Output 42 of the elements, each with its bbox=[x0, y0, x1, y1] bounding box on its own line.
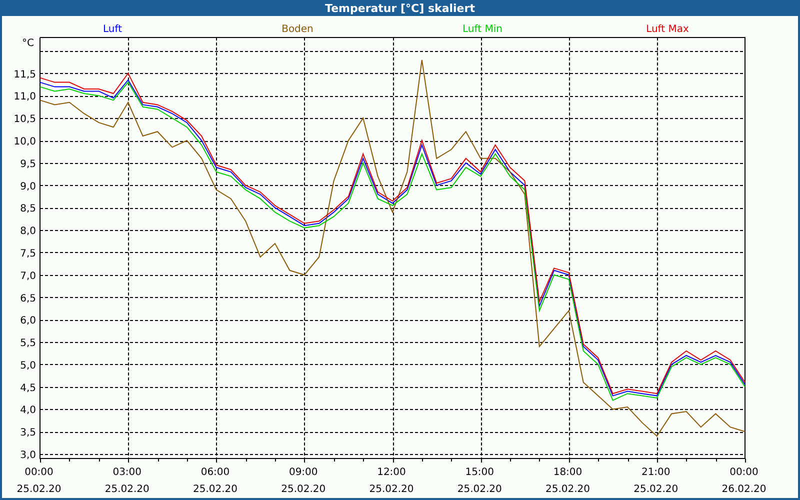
y-tick-label: 6,5 bbox=[20, 293, 36, 304]
y-tick-label: 3,5 bbox=[20, 428, 36, 439]
x-tick-label: 12:00 bbox=[377, 467, 406, 478]
chart-title: Temperatur [°C] skaliert bbox=[325, 2, 475, 14]
y-tick-label: 10,0 bbox=[14, 136, 36, 148]
y-tick-label: 10,5 bbox=[14, 114, 36, 126]
legend-label: Boden bbox=[282, 24, 314, 35]
date-label: 26.02.20 bbox=[722, 484, 766, 495]
y-tick-label: 5,0 bbox=[20, 360, 36, 372]
x-tick-label: 09:00 bbox=[288, 467, 318, 478]
date-label: 25.02.20 bbox=[281, 484, 326, 495]
legend-label: Luft Max bbox=[646, 24, 689, 35]
y-tick-label: 9,0 bbox=[20, 181, 36, 192]
date-label: 25.02.20 bbox=[16, 484, 62, 495]
x-tick-label: 06:00 bbox=[200, 467, 230, 478]
y-tick-label: 3,0 bbox=[20, 450, 36, 462]
date-label: 25.02.20 bbox=[457, 484, 502, 495]
y-tick-label: 8,0 bbox=[20, 226, 36, 238]
y-tick-label: 9,5 bbox=[20, 158, 36, 170]
y-tick-label: 6,0 bbox=[20, 316, 36, 327]
axis-unit-label: °C bbox=[22, 38, 34, 49]
x-tick-label: 21:00 bbox=[641, 467, 670, 478]
y-tick-label: 4,5 bbox=[20, 382, 36, 394]
legend-label: Luft bbox=[103, 24, 122, 35]
date-label: 25.02.20 bbox=[369, 484, 414, 495]
y-tick-label: 5,5 bbox=[20, 338, 36, 350]
legend-label: Luft Min bbox=[462, 24, 502, 35]
x-tick-label: 00:00 bbox=[730, 467, 758, 478]
x-tick-label: 00:00 bbox=[24, 467, 54, 478]
y-tick-label: 11,0 bbox=[14, 92, 36, 103]
date-label: 25.02.20 bbox=[104, 484, 150, 495]
y-tick-label: 8,5 bbox=[20, 204, 36, 215]
y-tick-label: 11,5 bbox=[14, 69, 36, 80]
x-tick-label: 15:00 bbox=[465, 467, 494, 478]
x-tick-label: 18:00 bbox=[553, 467, 582, 478]
y-tick-label: 7,0 bbox=[20, 270, 36, 282]
y-tick-label: 4,0 bbox=[20, 405, 36, 416]
y-tick-label: 7,5 bbox=[20, 248, 36, 260]
date-label: 25.02.20 bbox=[545, 484, 590, 495]
date-label: 25.02.20 bbox=[192, 484, 238, 495]
date-label: 25.02.20 bbox=[634, 484, 678, 495]
x-tick-label: 03:00 bbox=[112, 467, 142, 478]
